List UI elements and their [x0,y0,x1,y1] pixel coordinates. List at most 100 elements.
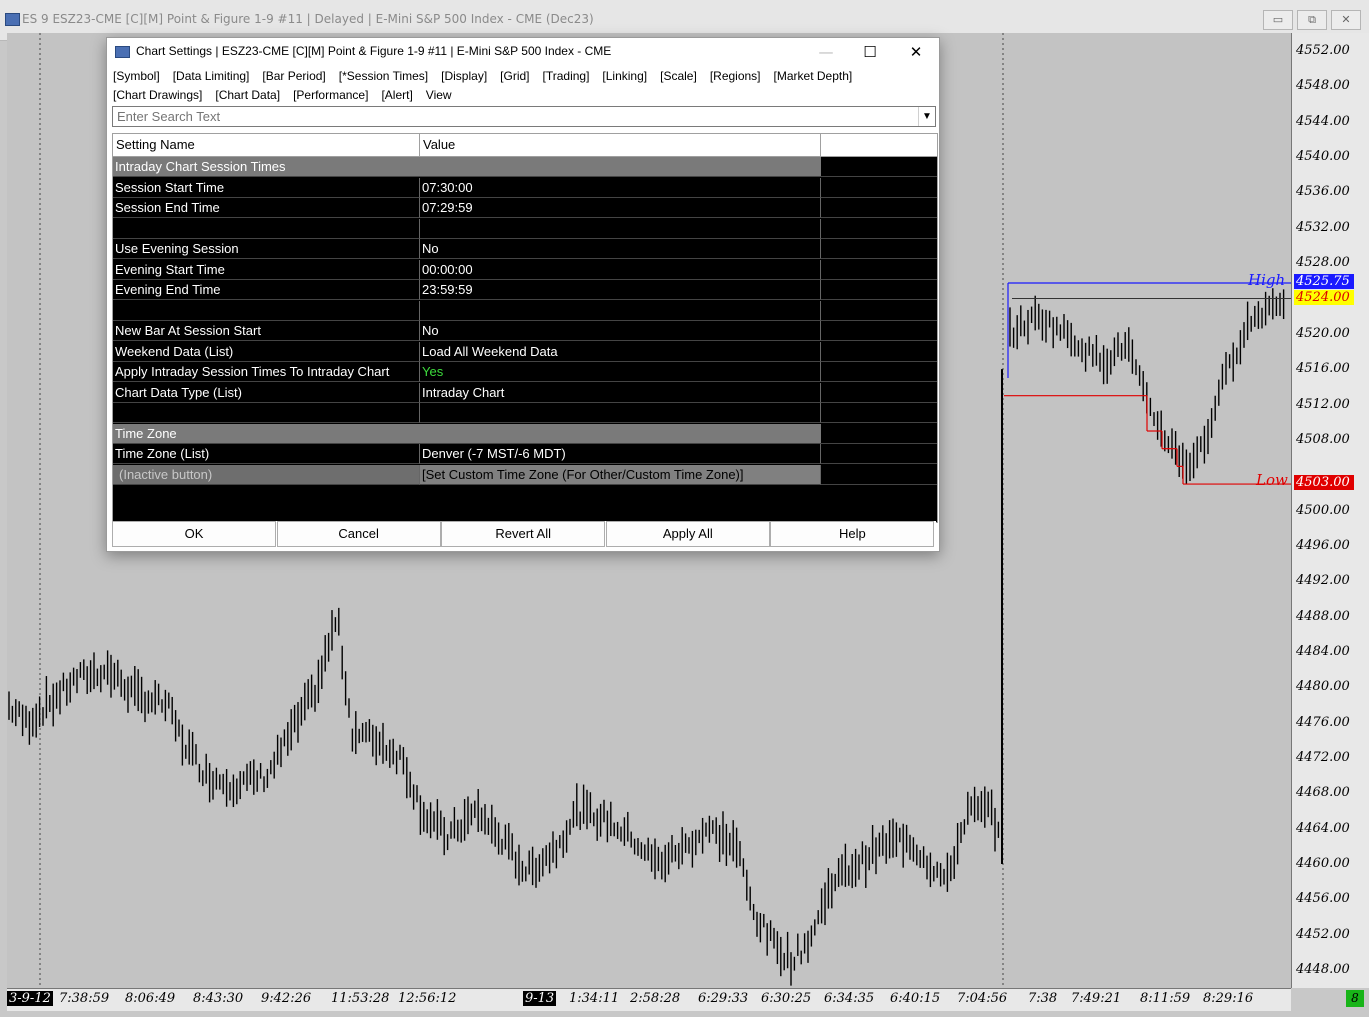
chart-app-icon [5,13,20,26]
setting-extra-cell [821,342,937,362]
tab-view[interactable]: View [426,88,452,102]
dialog-app-icon [115,46,130,58]
price-axis-label: 4484.00 [1296,643,1350,659]
time-axis-label: 1:34:11 [569,991,620,1006]
setting-value[interactable]: Load All Weekend Data [420,341,821,362]
setting-extra-cell [821,301,937,321]
window-restore-button[interactable]: ⧉ [1297,10,1327,30]
setting-row[interactable]: Time Zone (List) Denver (-7 MST/-6 MDT) [113,444,937,464]
setting-row[interactable]: Session End Time 07:29:59 [113,198,937,218]
high-label: High [1248,271,1286,289]
column-header-value[interactable]: Value [420,134,821,156]
window-close-button[interactable]: ✕ [1331,10,1361,30]
setting-row[interactable]: (Inactive button) [Set Custom Time Zone (… [113,464,937,485]
setting-name: Weekend Data (List) [113,341,420,362]
setting-value[interactable]: 00:00:00 [420,259,821,280]
setting-extra-cell [821,157,937,177]
setting-value [420,218,821,239]
setting-value[interactable]: 07:29:59 [420,198,821,218]
search-input[interactable] [113,108,907,125]
revert-all-button[interactable]: Revert All [441,521,606,547]
setting-value[interactable]: Yes [420,362,821,382]
tab-chart-drawings[interactable]: [Chart Drawings] [113,88,202,102]
ok-button[interactable]: OK [112,521,276,547]
time-axis-label: 6:40:15 [890,991,941,1006]
column-header-extra [821,134,937,156]
tab-data-limiting[interactable]: [Data Limiting] [173,69,250,83]
corner-badge: 8 [1346,990,1364,1007]
setting-value[interactable]: Denver (-7 MST/-6 MDT) [420,444,821,464]
setting-row[interactable]: Weekend Data (List) Load All Weekend Data [113,341,937,362]
chevron-down-icon[interactable]: ▼ [918,107,935,126]
setting-row[interactable]: Session Start Time 07:30:00 [113,177,937,198]
dialog-minimize-button[interactable]: — [806,40,846,64]
time-axis-label: 3-9-12 [7,991,53,1006]
help-button[interactable]: Help [770,521,935,547]
set-custom-time-zone-button[interactable]: [Set Custom Time Zone (For Other/Custom … [420,464,821,485]
tab-session-times[interactable]: [*Session Times] [339,69,428,83]
setting-name: Evening End Time [113,280,420,300]
setting-extra-cell [821,280,937,300]
dialog-maximize-button[interactable]: ☐ [850,40,890,64]
tab-alert[interactable]: [Alert] [381,88,412,102]
setting-row[interactable]: Evening Start Time 00:00:00 [113,259,937,280]
time-axis[interactable]: 3-9-12 7:38:59 8:06:49 8:43:30 9:42:26 11:53:… [7,988,1291,1011]
column-header-setting-name[interactable]: Setting Name [113,134,420,156]
window-minimize-button[interactable]: ▭ [1263,10,1293,30]
setting-name: Intraday Chart Session Times [113,157,821,177]
setting-name: Session End Time [113,198,420,218]
tab-symbol[interactable]: [Symbol] [113,69,160,83]
tab-scale[interactable]: [Scale] [660,69,697,83]
settings-search[interactable]: ▼ [112,106,936,127]
tab-regions[interactable]: [Regions] [710,69,761,83]
setting-value[interactable]: No [420,321,821,341]
tab-market-depth[interactable]: [Market Depth] [774,69,853,83]
apply-all-button[interactable]: Apply All [605,521,770,547]
setting-value [420,300,821,321]
setting-value[interactable]: 07:30:00 [420,177,821,198]
setting-row[interactable]: Apply Intraday Session Times To Intraday… [113,362,937,382]
price-axis[interactable]: 4552.00 4548.00 4544.00 4540.00 4536.00 4532.… [1291,33,1369,988]
setting-value[interactable]: Intraday Chart [420,382,821,403]
time-axis-label: 2:58:28 [630,991,681,1006]
dialog-close-button[interactable]: ✕ [896,40,936,64]
tab-display[interactable]: [Display] [441,69,487,83]
setting-row[interactable]: Use Evening Session No [113,239,937,259]
time-axis-label: 6:29:33 [698,991,749,1006]
price-axis-label: 4452.00 [1296,926,1350,942]
setting-row[interactable]: New Bar At Session Start No [113,321,937,341]
time-axis-label: 8:43:30 [193,991,244,1006]
setting-row [113,300,937,321]
tab-chart-data[interactable]: [Chart Data] [215,88,280,102]
setting-extra-cell [821,178,937,198]
setting-name: New Bar At Session Start [113,321,420,341]
setting-extra-cell [821,465,937,485]
setting-extra-cell [821,383,937,403]
price-axis-label: 4552.00 [1296,43,1350,58]
tab-bar-period[interactable]: [Bar Period] [262,69,325,83]
setting-name: Apply Intraday Session Times To Intraday… [113,362,420,382]
time-axis-label: 9:42:26 [261,991,312,1006]
tab-grid[interactable]: [Grid] [500,69,529,83]
setting-extra-cell [821,260,937,280]
setting-value[interactable]: 23:59:59 [420,280,821,300]
setting-value [420,403,821,423]
time-axis-label: 9-13 [523,991,557,1006]
high-price-tag: 4525.75 [1294,274,1354,289]
setting-row[interactable]: Chart Data Type (List) Intraday Chart [113,382,937,403]
setting-value[interactable]: No [420,239,821,259]
price-axis-label: 4476.00 [1296,714,1350,730]
setting-name [113,218,420,239]
setting-row[interactable]: Evening End Time 23:59:59 [113,280,937,300]
settings-tabs-row-2: [Chart Drawings] [Chart Data] [Performance… [113,88,465,102]
cancel-button[interactable]: Cancel [276,521,441,547]
tab-performance[interactable]: [Performance] [293,88,368,102]
tab-trading[interactable]: [Trading] [543,69,590,83]
price-axis-label: 4492.00 [1296,573,1350,589]
tab-linking[interactable]: [Linking] [602,69,647,83]
setting-name: Time Zone (List) [113,444,420,464]
time-axis-label: 6:30:25 [761,991,812,1006]
setting-name: Time Zone [113,423,821,444]
time-axis-label: 8:06:49 [125,991,176,1006]
price-axis-label: 4472.00 [1296,750,1350,765]
